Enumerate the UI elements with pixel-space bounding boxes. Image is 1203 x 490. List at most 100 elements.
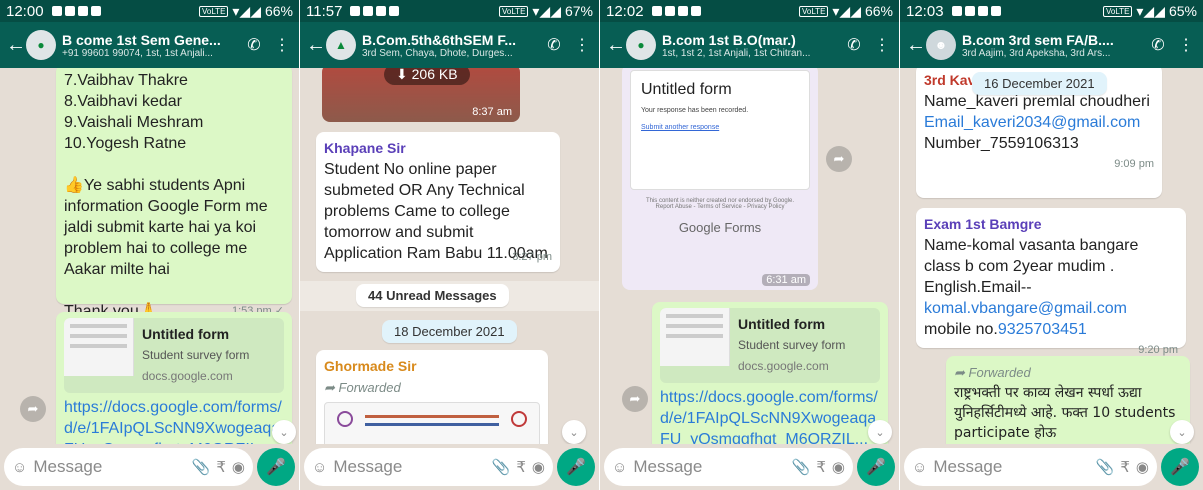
back-arrow-icon[interactable]: ← bbox=[6, 34, 26, 57]
volte-badge: VoLTE bbox=[198, 5, 229, 17]
message-list[interactable]: 3rd Kave Name_kaveri premlal choudheri E… bbox=[900, 68, 1203, 444]
more-options-icon[interactable]: ⋮ bbox=[1175, 35, 1197, 55]
message-bubble[interactable]: 7.Vaibhav Thakre 8.Vaibhavi kedar 9.Vais… bbox=[56, 68, 292, 320]
message-composer: ☺ Message 📎 ₹ ◉ 🎤 bbox=[300, 444, 599, 490]
scroll-down-icon[interactable]: ⌄ bbox=[562, 420, 586, 444]
group-avatar[interactable]: ☻ bbox=[926, 30, 956, 60]
group-avatar[interactable]: ● bbox=[26, 30, 56, 60]
message-input[interactable]: ☺ Message 📎 ₹ ◉ bbox=[304, 448, 553, 486]
message-list[interactable]: ⬇ 206 KB 8:37 am Khapane Sir Student No … bbox=[300, 68, 599, 444]
camera-icon[interactable]: ◉ bbox=[232, 458, 245, 476]
chat-title[interactable]: B.Com.5th&6thSEM F... bbox=[362, 32, 537, 48]
more-options-icon[interactable]: ⋮ bbox=[871, 35, 893, 55]
back-arrow-icon[interactable]: ← bbox=[906, 34, 926, 57]
image-attachment[interactable]: Untitled form Your response has been rec… bbox=[622, 68, 818, 290]
payment-icon[interactable]: ₹ bbox=[516, 458, 526, 476]
emoji-icon[interactable]: ☺ bbox=[312, 459, 327, 476]
sender-name[interactable]: Ghormade Sir bbox=[324, 356, 540, 377]
message-bubble[interactable]: ➦ Forwarded राष्ट्रभक्ती पर काव्य लेखन स… bbox=[946, 356, 1190, 444]
attach-icon[interactable]: 📎 bbox=[492, 458, 511, 476]
battery-level: 65% bbox=[1168, 3, 1197, 19]
chat-header[interactable]: ← ▲ B.Com.5th&6thSEM F... 3rd Sem, Chaya… bbox=[300, 22, 599, 68]
message-bubble[interactable]: Khapane Sir Student No online paper subm… bbox=[316, 132, 560, 272]
mic-button[interactable]: 🎤 bbox=[257, 448, 295, 486]
chat-header[interactable]: ← ● B come 1st Sem Gene... +91 99601 990… bbox=[0, 22, 299, 68]
email-link[interactable]: Email_kaveri2034@gmail.com bbox=[924, 112, 1154, 133]
mic-button[interactable]: 🎤 bbox=[557, 448, 595, 486]
scroll-down-icon[interactable]: ⌄ bbox=[272, 420, 296, 444]
group-avatar[interactable]: ▲ bbox=[326, 30, 356, 60]
email-link[interactable]: komal.vbangare@gmail.com bbox=[924, 298, 1178, 319]
scroll-down-icon[interactable]: ⌄ bbox=[1170, 420, 1194, 444]
forward-share-icon[interactable]: ➦ bbox=[20, 396, 46, 422]
message-input[interactable]: ☺ Message 📎 ₹ ◉ bbox=[904, 448, 1157, 486]
message-time: 9:09 pm bbox=[1114, 158, 1154, 170]
message-input[interactable]: ☺ Message 📎 ₹ ◉ bbox=[4, 448, 253, 486]
mic-button[interactable]: 🎤 bbox=[1161, 448, 1199, 486]
chat-title[interactable]: B.com 3rd sem FA/B.... bbox=[962, 32, 1141, 48]
form-link[interactable]: https://docs.google.com/forms/d/e/1FAIpQ… bbox=[64, 397, 284, 444]
mic-icon: 🎤 bbox=[266, 459, 286, 476]
payment-icon[interactable]: ₹ bbox=[216, 458, 226, 476]
camera-icon[interactable]: ◉ bbox=[832, 458, 845, 476]
payment-icon[interactable]: ₹ bbox=[816, 458, 826, 476]
message-list[interactable]: 7.Vaibhav Thakre 8.Vaibhavi kedar 9.Vais… bbox=[0, 68, 299, 444]
attach-icon[interactable]: 📎 bbox=[1096, 458, 1115, 476]
download-icon[interactable]: ⬇ bbox=[396, 68, 408, 82]
message-input[interactable]: ☺ Message 📎 ₹ ◉ bbox=[604, 448, 853, 486]
form-link[interactable]: https://docs.google.com/forms/d/e/1FAIpQ… bbox=[660, 387, 880, 444]
battery-level: 66% bbox=[264, 3, 293, 19]
camera-icon[interactable]: ◉ bbox=[532, 458, 545, 476]
mic-icon: 🎤 bbox=[1170, 459, 1190, 476]
payment-icon[interactable]: ₹ bbox=[1120, 458, 1130, 476]
status-bar: 11:57 VoLTE ▾◢◢ 67% bbox=[300, 0, 599, 22]
back-arrow-icon[interactable]: ← bbox=[306, 34, 326, 57]
chat-title[interactable]: B.com 1st B.O(mar.) bbox=[662, 32, 837, 48]
message-bubble[interactable]: Ghormade Sir ➦ Forwarded bbox=[316, 350, 548, 444]
back-arrow-icon[interactable]: ← bbox=[606, 34, 626, 57]
call-icon[interactable]: ✆ bbox=[543, 35, 565, 55]
phone-number[interactable]: 9325703451 bbox=[998, 321, 1087, 338]
message-placeholder[interactable]: Message bbox=[333, 457, 485, 477]
group-avatar[interactable]: ● bbox=[626, 30, 656, 60]
link-preview[interactable]: Untitled form Student survey form docs.g… bbox=[64, 318, 284, 393]
mic-button[interactable]: 🎤 bbox=[857, 448, 895, 486]
sender-name[interactable]: Khapane Sir bbox=[324, 138, 552, 159]
mobile-label: mobile no. bbox=[924, 321, 998, 338]
message-placeholder[interactable]: Message bbox=[933, 457, 1089, 477]
image-attachment[interactable]: ⬇ 206 KB 8:37 am bbox=[322, 68, 520, 122]
message-bubble[interactable]: Exam 1st Bamgre Name-komal vasanta banga… bbox=[916, 208, 1186, 356]
attach-icon[interactable]: 📎 bbox=[192, 458, 211, 476]
forwarded-label: Forwarded bbox=[968, 365, 1031, 380]
document-image[interactable] bbox=[324, 402, 540, 444]
emoji-icon[interactable]: ☺ bbox=[912, 459, 927, 476]
camera-icon[interactable]: ◉ bbox=[1136, 458, 1149, 476]
link-message[interactable]: Untitled form Student survey form docs.g… bbox=[56, 312, 292, 444]
sender-name[interactable]: Exam 1st Bamgre bbox=[924, 214, 1178, 235]
unread-divider: 44 Unread Messages bbox=[300, 281, 599, 311]
more-options-icon[interactable]: ⋮ bbox=[271, 35, 293, 55]
forward-share-icon[interactable]: ➦ bbox=[826, 146, 852, 172]
status-time: 12:03 bbox=[906, 2, 944, 20]
scroll-down-icon[interactable]: ⌄ bbox=[868, 420, 892, 444]
unread-count: 44 Unread Messages bbox=[356, 284, 509, 307]
chat-header[interactable]: ← ☻ B.com 3rd sem FA/B.... 3rd Aajim, 3r… bbox=[900, 22, 1203, 68]
link-preview[interactable]: Untitled form Student survey form docs.g… bbox=[660, 308, 880, 383]
call-icon[interactable]: ✆ bbox=[843, 35, 865, 55]
link-message[interactable]: Untitled form Student survey form docs.g… bbox=[652, 302, 888, 444]
emoji-icon[interactable]: ☺ bbox=[612, 459, 627, 476]
message-list[interactable]: Untitled form Your response has been rec… bbox=[600, 68, 899, 444]
attach-icon[interactable]: 📎 bbox=[792, 458, 811, 476]
call-icon[interactable]: ✆ bbox=[243, 35, 265, 55]
chat-title[interactable]: B come 1st Sem Gene... bbox=[62, 32, 237, 48]
call-icon[interactable]: ✆ bbox=[1147, 35, 1169, 55]
more-options-icon[interactable]: ⋮ bbox=[571, 35, 593, 55]
phone-number[interactable]: Number_7559106313 bbox=[924, 133, 1154, 154]
emoji-icon[interactable]: ☺ bbox=[12, 459, 27, 476]
message-placeholder[interactable]: Message bbox=[33, 457, 185, 477]
message-placeholder[interactable]: Message bbox=[633, 457, 785, 477]
preview-domain: docs.google.com bbox=[738, 359, 829, 373]
forward-share-icon[interactable]: ➦ bbox=[622, 386, 648, 412]
chat-header[interactable]: ← ● B.com 1st B.O(mar.) 1st, 1st 2, 1st … bbox=[600, 22, 899, 68]
chat-screen-2: 11:57 VoLTE ▾◢◢ 67% ← ▲ B.Com.5th&6thSEM… bbox=[300, 0, 600, 490]
